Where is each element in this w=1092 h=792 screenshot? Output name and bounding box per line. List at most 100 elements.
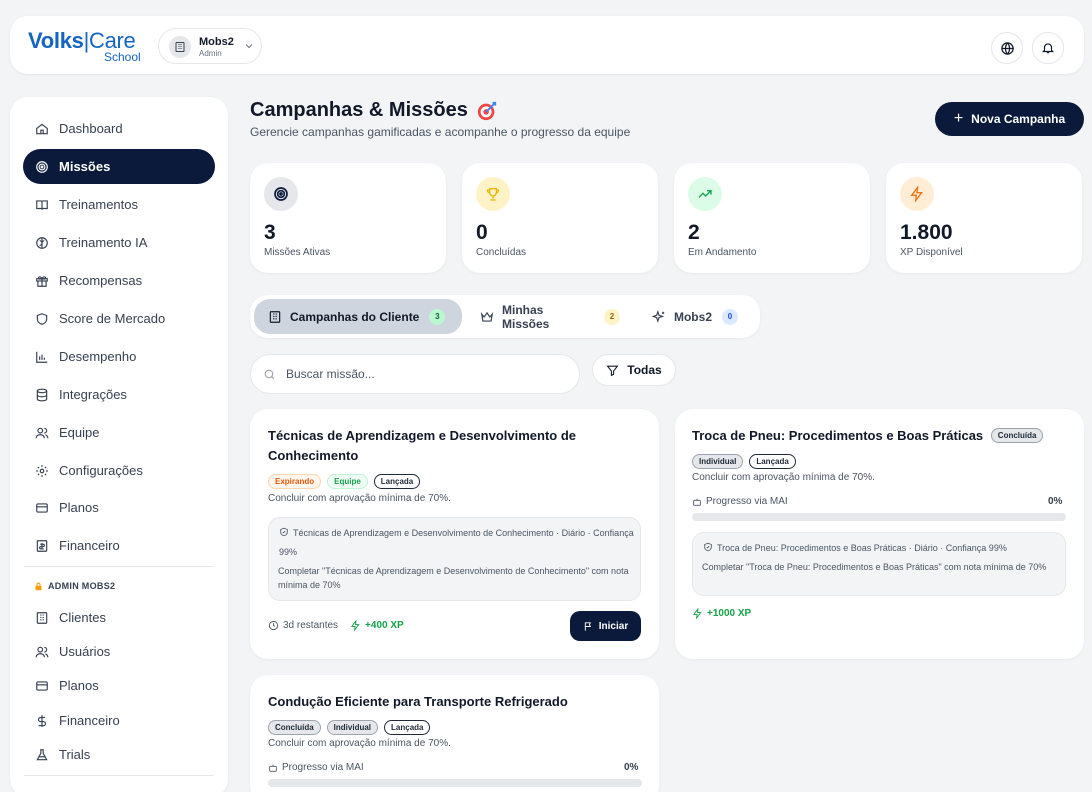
progress-percent: 0% — [1048, 496, 1063, 507]
mission-badges: Expirando Equipe Lançada — [268, 474, 421, 489]
sidebar-item-label: Integrações — [59, 387, 127, 402]
sidebar-item-integracoes[interactable]: Integrações — [23, 377, 215, 412]
sidebar-item-label: Configurações — [59, 463, 143, 478]
sidebar-item-admin-planos[interactable]: Planos — [23, 668, 215, 703]
receipt-icon — [36, 539, 48, 552]
sidebar-item-label: Recompensas — [59, 273, 143, 288]
info-title: Troca de Pneu: Procedimentos e Boas Prát… — [717, 543, 907, 553]
sidebar-item-dashboard[interactable]: Dashboard — [23, 111, 215, 146]
mission-remaining: 3d restantes — [283, 620, 339, 631]
sidebar-item-recompensas[interactable]: Recompensas — [23, 263, 215, 298]
sidebar-item-equipe[interactable]: Equipe — [23, 415, 215, 450]
sidebar-item-score-de-mercado[interactable]: Score de Mercado — [23, 301, 215, 336]
info-conf: Confiança 99% — [945, 543, 1007, 553]
sidebar-item-configuracoes[interactable]: Configurações — [23, 453, 215, 488]
badge-individual: Individual — [326, 720, 379, 735]
bar-chart-icon — [36, 351, 48, 363]
target-icon — [36, 160, 48, 173]
mission-card[interactable]: Condução Eficiente para Transporte Refri… — [250, 675, 659, 792]
mission-card[interactable]: Técnicas de Aprendizagem e Desenvolvimen… — [250, 409, 659, 659]
mission-desc: Concluir com aprovação mínima de 70%. — [692, 472, 875, 483]
sidebar-item-usuarios[interactable]: Usuários — [23, 634, 215, 669]
brand-sub: School — [104, 50, 141, 64]
progress-label: Progresso via MAI — [692, 496, 788, 507]
mission-badges: Concluída Individual Lançada — [268, 720, 431, 735]
language-button[interactable] — [991, 32, 1023, 64]
org-role: Admin — [199, 49, 222, 58]
sidebar-item-label: Desempenho — [59, 349, 137, 364]
sidebar-item-trials[interactable]: Trials — [23, 737, 215, 772]
tab-mobs2[interactable]: Mobs2 0 — [638, 299, 752, 334]
tab-label: Minhas Missões — [502, 302, 550, 331]
badge-lancada: Lançada — [384, 720, 431, 735]
stat-value: 0 — [476, 221, 488, 244]
badge-equipe: Equipe — [327, 474, 368, 489]
mission-info-line: Troca de Pneu: Procedimentos e Boas Prát… — [703, 539, 1061, 558]
sidebar-item-missoes[interactable]: Missões — [23, 149, 215, 184]
lock-icon — [35, 582, 42, 590]
sidebar-item-treinamentos[interactable]: Treinamentos — [23, 187, 215, 222]
search-input[interactable] — [286, 367, 566, 381]
org-avatar — [169, 36, 191, 58]
mission-title: Troca de Pneu: Procedimentos e Boas Prát… — [692, 428, 984, 443]
sidebar-item-label: Score de Mercado — [59, 311, 166, 326]
tab-minhas-missoes[interactable]: Minhas Missões 2 — [466, 299, 634, 334]
sidebar: Dashboard Missões Treinamentos Treinamen… — [10, 97, 228, 792]
sidebar-section-admin: ADMIN MOBS2 — [34, 581, 115, 591]
sidebar-item-admin-financeiro[interactable]: Financeiro — [23, 703, 215, 738]
shield-check-icon — [280, 527, 288, 537]
globe-icon — [1000, 41, 1014, 55]
notifications-button[interactable] — [1032, 32, 1064, 64]
sidebar-item-planos[interactable]: Planos — [23, 490, 215, 525]
users-icon — [35, 646, 49, 657]
tab-label: Campanhas do Cliente — [290, 309, 420, 324]
sidebar-item-label: Planos — [59, 500, 99, 515]
sparkles-icon — [652, 309, 665, 323]
stat-label: Concluídas — [476, 247, 527, 258]
new-campaign-button[interactable]: + Nova Campanha — [935, 102, 1084, 136]
tab-campanhas-cliente[interactable]: Campanhas do Cliente 3 — [254, 299, 462, 334]
mission-card[interactable]: Troca de Pneu: Procedimentos e Boas Prát… — [675, 409, 1084, 659]
sidebar-item-label: Equipe — [59, 425, 100, 440]
mission-info-desc: Completar "Técnicas de Aprendizagem e De… — [278, 566, 629, 590]
tab-count-badge: 3 — [429, 308, 446, 325]
crown-icon — [480, 311, 494, 322]
start-mission-button[interactable]: Iniciar — [570, 611, 641, 641]
stat-card-xp: 1.800 XP Disponível — [886, 163, 1082, 273]
filter-button[interactable]: Todas — [592, 354, 676, 386]
mission-footer: +1000 XP — [692, 608, 751, 619]
sidebar-item-financeiro[interactable]: Financeiro — [23, 528, 215, 563]
mission-badges: Individual Lançada — [692, 454, 796, 469]
flag-icon — [584, 621, 591, 631]
building-icon — [269, 310, 281, 323]
progress-label-text: Progresso via MAI — [282, 762, 364, 773]
search-box — [250, 354, 580, 394]
mission-info-desc: Completar "Troca de Pneu: Procedimentos … — [702, 562, 1047, 572]
progress-label-text: Progresso via MAI — [706, 496, 788, 507]
sidebar-item-desempenho[interactable]: Desempenho — [23, 339, 215, 374]
mission-xp-value: +400 XP — [365, 620, 404, 631]
tab-bar: Campanhas do Cliente 3 Minhas Missões 2 … — [250, 295, 760, 338]
sidebar-item-label: Treinamento IA — [59, 235, 148, 250]
building-icon — [175, 42, 185, 52]
building-icon — [36, 611, 48, 624]
robot-icon — [693, 498, 701, 506]
progress-bar — [268, 779, 642, 787]
users-icon — [35, 427, 49, 438]
progress-bar — [692, 513, 1066, 521]
search-icon — [264, 369, 275, 379]
trending-up-icon — [688, 177, 722, 211]
badge-lancada: Lançada — [373, 474, 421, 489]
brand-logo[interactable]: Volks|Care School — [28, 28, 141, 64]
bell-icon — [1041, 43, 1055, 54]
sidebar-divider — [24, 566, 214, 567]
sidebar-item-treinamento-ia[interactable]: Treinamento IA — [23, 225, 215, 260]
trophy-icon — [476, 177, 510, 211]
shield-icon — [36, 312, 48, 325]
info-freq: Diário — [914, 543, 938, 553]
top-bar: Volks|Care School Mobs2 Admin — [10, 16, 1084, 74]
org-switcher[interactable]: Mobs2 Admin — [158, 28, 262, 64]
mission-info-box: Técnicas de Aprendizagem e Desenvolvimen… — [268, 517, 641, 601]
database-icon — [36, 388, 48, 401]
sidebar-item-clientes[interactable]: Clientes — [23, 600, 215, 635]
